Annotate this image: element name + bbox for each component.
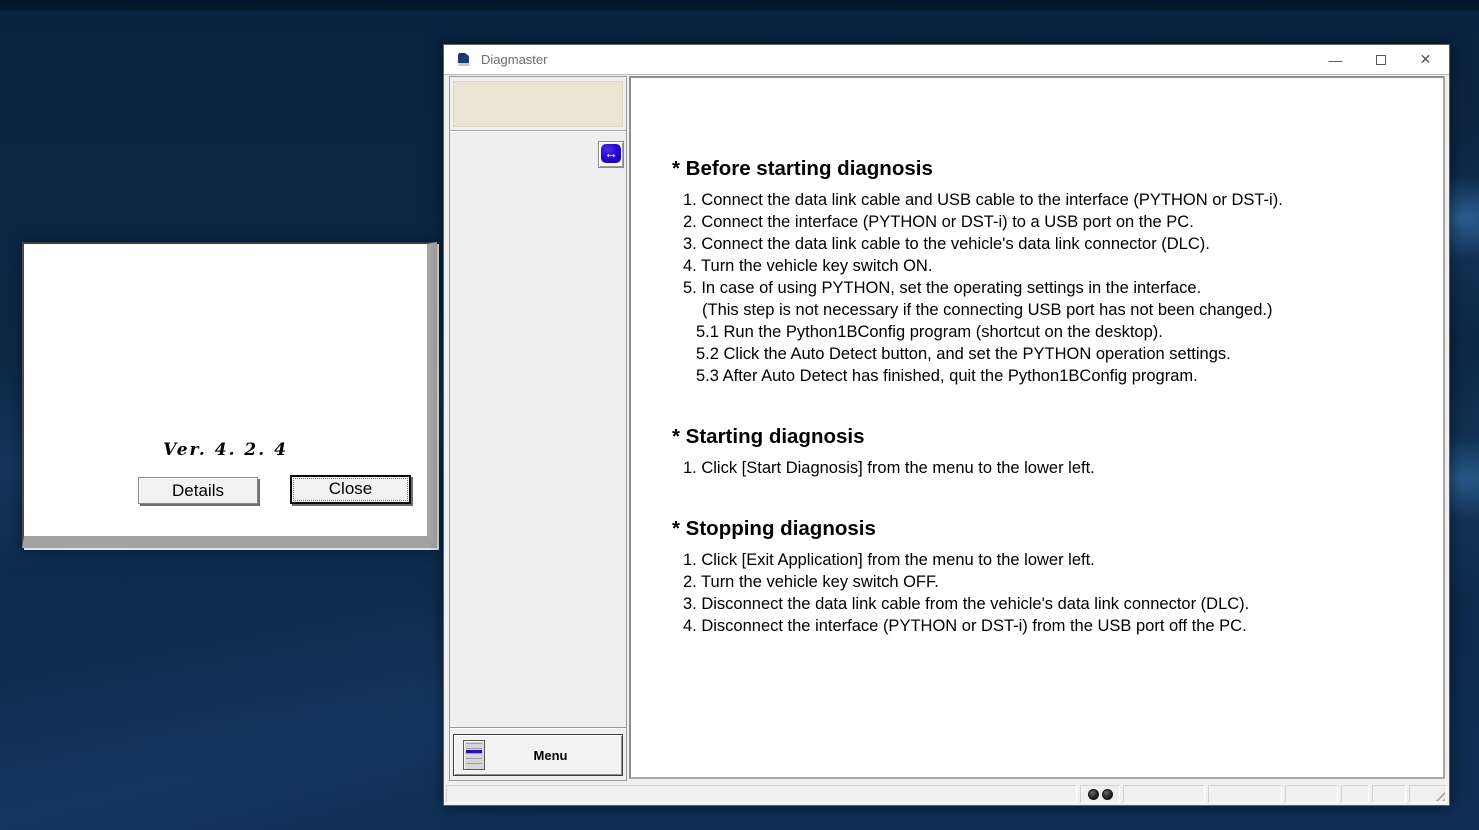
status-led-icon	[1102, 789, 1113, 800]
instruction-line: 5.1 Run the Python1BConfig program (shor…	[672, 321, 1423, 343]
section-stopping: * Stopping diagnosis 1. Click [Exit Appl…	[672, 516, 1423, 637]
section-before-starting: * Before starting diagnosis 1. Connect t…	[672, 156, 1423, 387]
status-indicator-dots	[1080, 785, 1120, 803]
instruction-line: 5. In case of using PYTHON, set the oper…	[672, 277, 1423, 299]
instruction-line: 4. Disconnect the interface (PYTHON or D…	[672, 615, 1423, 637]
about-dialog: Ver. 4. 2. 4 Details Close	[22, 242, 437, 548]
version-label: Ver. 4. 2. 4	[24, 440, 427, 460]
status-segment	[1208, 785, 1282, 803]
instruction-line: 5.3 After Auto Detect has finished, quit…	[672, 365, 1423, 387]
menu-divider	[450, 727, 626, 728]
instruction-pane[interactable]: * Before starting diagnosis 1. Connect t…	[629, 76, 1445, 779]
section-starting: * Starting diagnosis 1. Click [Start Dia…	[672, 424, 1423, 479]
status-bar	[446, 785, 1447, 803]
instruction-line: 1. Click [Exit Application] from the men…	[672, 549, 1423, 571]
instruction-line: 2. Turn the vehicle key switch OFF.	[672, 571, 1423, 593]
instruction-line: 1. Connect the data link cable and USB c…	[672, 189, 1423, 211]
minimize-button[interactable]: —	[1313, 45, 1358, 74]
menu-button-label: Menu	[485, 748, 622, 763]
status-segment	[1123, 785, 1205, 803]
instruction-line: 5.2 Click the Auto Detect button, and se…	[672, 343, 1423, 365]
close-button[interactable]: Close	[290, 475, 411, 504]
close-button-label: Close	[294, 479, 407, 500]
status-segment	[1409, 785, 1447, 803]
window-body: ↔ Menu * Before starting diagnosis 1. Co…	[444, 75, 1449, 785]
instruction-line: 1. Click [Start Diagnosis] from the menu…	[672, 457, 1423, 479]
instruction-line: 3. Connect the data link cable to the ve…	[672, 233, 1423, 255]
instruction-line: 2. Connect the interface (PYTHON or DST-…	[672, 211, 1423, 233]
instruction-text: * Before starting diagnosis 1. Connect t…	[631, 78, 1443, 637]
status-segment	[1372, 785, 1406, 803]
maximize-icon	[1376, 55, 1386, 65]
sidebar-spacer	[450, 168, 626, 727]
close-window-button[interactable]: ✕	[1403, 45, 1448, 74]
status-segment	[1341, 785, 1369, 803]
left-right-arrow-icon: ↔	[601, 144, 621, 163]
diagmaster-app-icon	[455, 52, 473, 68]
close-icon: ✕	[1420, 51, 1432, 68]
status-segment	[1285, 785, 1338, 803]
instruction-line: 4. Turn the vehicle key switch ON.	[672, 255, 1423, 277]
collapse-row: ↔	[450, 131, 626, 168]
menu-button[interactable]: Menu	[453, 734, 623, 776]
window-title: Diagmaster	[481, 52, 1313, 67]
diagmaster-window: Diagmaster — ✕ ↔ Menu	[443, 44, 1450, 806]
titlebar[interactable]: Diagmaster — ✕	[444, 45, 1449, 75]
status-led-icon	[1088, 789, 1099, 800]
minimize-icon: —	[1329, 52, 1343, 68]
sidebar-logo-panel	[453, 81, 623, 127]
resize-grip-icon[interactable]	[1432, 788, 1445, 801]
section-heading: * Starting diagnosis	[672, 424, 1423, 450]
section-heading: * Stopping diagnosis	[672, 516, 1423, 542]
details-button[interactable]: Details	[138, 477, 258, 504]
sidebar: ↔ Menu	[449, 76, 627, 781]
status-segment	[446, 785, 1077, 803]
instruction-line: 3. Disconnect the data link cable from t…	[672, 593, 1423, 615]
menu-list-icon	[463, 740, 485, 770]
collapse-panel-button[interactable]: ↔	[598, 141, 624, 168]
section-heading: * Before starting diagnosis	[672, 156, 1423, 182]
instruction-line: (This step is not necessary if the conne…	[672, 299, 1423, 321]
maximize-button[interactable]	[1358, 45, 1403, 74]
